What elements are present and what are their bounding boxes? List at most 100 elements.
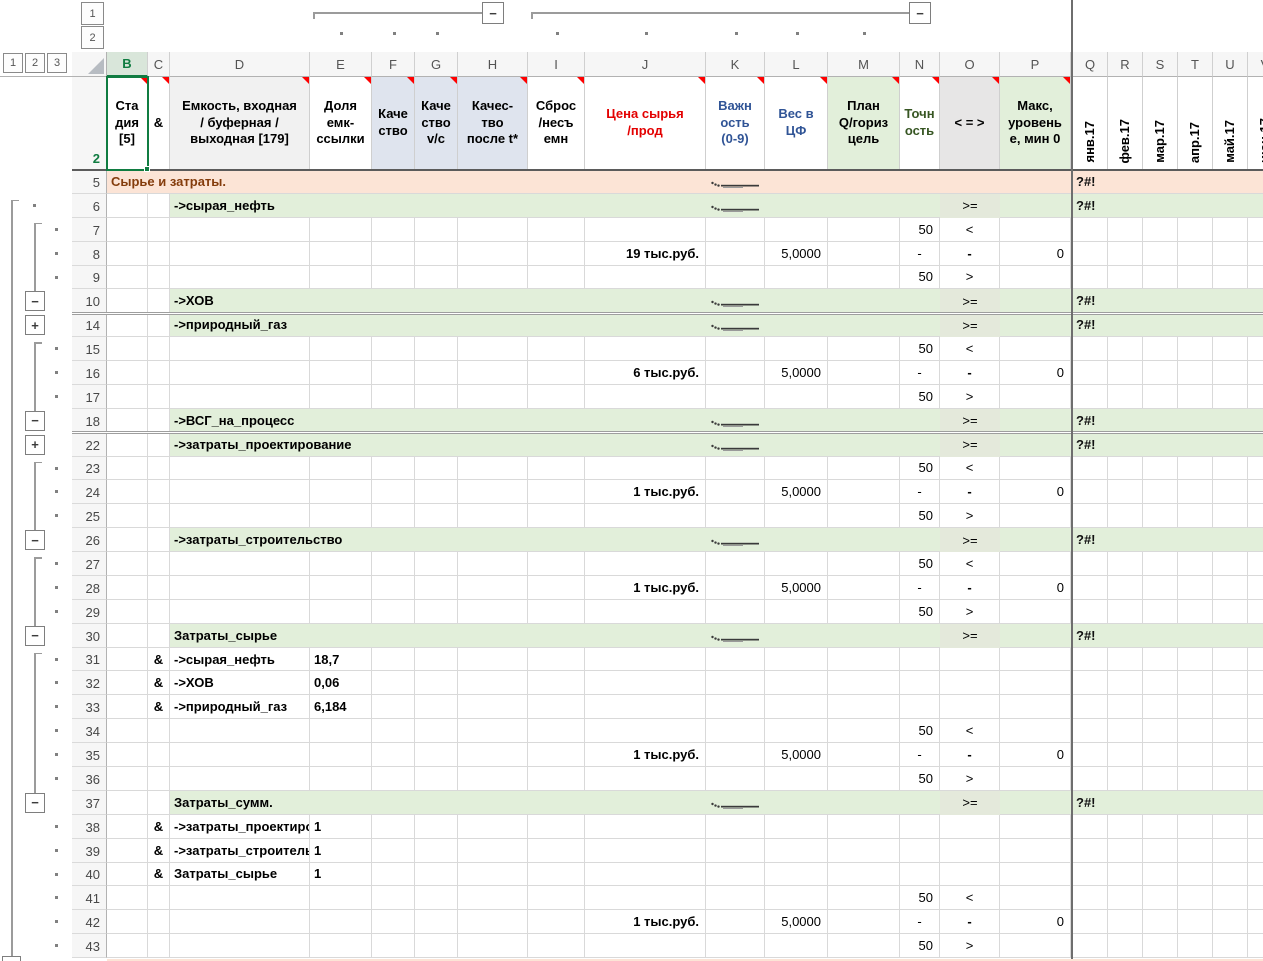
cell-R38[interactable]	[1108, 815, 1143, 839]
cell-V23[interactable]	[1248, 457, 1263, 481]
cell-I7[interactable]	[528, 218, 585, 242]
cell-O7[interactable]: <	[940, 218, 1000, 242]
cell-T25[interactable]	[1178, 504, 1213, 528]
cell-R29[interactable]	[1108, 600, 1143, 624]
cell-B43[interactable]	[107, 934, 148, 958]
col-header-J[interactable]: J	[585, 52, 706, 77]
cell-C9[interactable]	[148, 266, 170, 290]
cell-P33[interactable]	[1000, 695, 1071, 719]
cell-C25[interactable]	[148, 504, 170, 528]
cell-H33[interactable]	[458, 695, 528, 719]
col-header-E[interactable]: E	[310, 52, 372, 77]
cell-T28[interactable]	[1178, 576, 1213, 600]
cell-S7[interactable]	[1143, 218, 1178, 242]
cell-L8[interactable]: 5,0000	[765, 242, 828, 266]
cell-Q10[interactable]: ?#!	[1076, 289, 1111, 313]
cell-C32[interactable]: &	[148, 671, 170, 695]
cell-N40[interactable]	[900, 863, 940, 887]
cell-Q32[interactable]	[1073, 671, 1108, 695]
cell-T34[interactable]	[1178, 719, 1213, 743]
cell-F40[interactable]	[372, 863, 415, 887]
cell-I33[interactable]	[528, 695, 585, 719]
cell-G40[interactable]	[415, 863, 458, 887]
select-all-corner[interactable]	[72, 52, 107, 77]
cell-Q9[interactable]	[1073, 266, 1108, 290]
cell-Q28[interactable]	[1073, 576, 1108, 600]
cell-P39[interactable]	[1000, 839, 1071, 863]
col-header-I[interactable]: I	[528, 52, 585, 77]
cell-N25[interactable]: 50	[900, 504, 940, 528]
cell-M39[interactable]	[828, 839, 900, 863]
cell-Q24[interactable]	[1073, 480, 1108, 504]
col-header-R[interactable]: R	[1108, 52, 1143, 77]
cell-N33[interactable]	[900, 695, 940, 719]
cell-E35[interactable]	[310, 743, 372, 767]
cell-I23[interactable]	[528, 457, 585, 481]
col-outline-collapse-button-N[interactable]: −	[909, 2, 931, 24]
cell-C8[interactable]	[148, 242, 170, 266]
row-header-43[interactable]: 43	[72, 934, 107, 958]
cell-C22[interactable]	[148, 433, 170, 457]
cell-C43[interactable]	[148, 934, 170, 958]
col-header-P[interactable]: P	[1000, 52, 1071, 77]
cell-I16[interactable]	[528, 361, 585, 385]
cell-S16[interactable]	[1143, 361, 1178, 385]
col-header-H[interactable]: H	[458, 52, 528, 77]
col-header-O[interactable]: O	[940, 52, 1000, 77]
cell-J24[interactable]: 1 тыс.руб.	[585, 480, 706, 504]
cell-M42[interactable]	[828, 910, 900, 934]
cell-F33[interactable]	[372, 695, 415, 719]
cell-S29[interactable]	[1143, 600, 1178, 624]
cell-K29[interactable]	[706, 600, 765, 624]
cell-P41[interactable]	[1000, 886, 1071, 910]
cell-Q43[interactable]	[1073, 934, 1108, 958]
header-cell-J[interactable]: Цена сырья /прод	[585, 77, 706, 170]
cell-S36[interactable]	[1143, 767, 1178, 791]
header-cell-F[interactable]: Каче ство	[372, 77, 415, 170]
cell-O41[interactable]: <	[940, 886, 1000, 910]
cell-L36[interactable]	[765, 767, 828, 791]
header-cell-H[interactable]: Качес- тво после t*	[458, 77, 528, 170]
row-header-41[interactable]: 41	[72, 886, 107, 910]
cell-I15[interactable]	[528, 337, 585, 361]
col-header-T[interactable]: T	[1178, 52, 1213, 77]
cell-E27[interactable]	[310, 552, 372, 576]
cell-L7[interactable]	[765, 218, 828, 242]
cell-V31[interactable]	[1248, 648, 1263, 672]
cell-Q18[interactable]: ?#!	[1076, 409, 1111, 433]
cell-T24[interactable]	[1178, 480, 1213, 504]
cell-G36[interactable]	[415, 767, 458, 791]
cell-F36[interactable]	[372, 767, 415, 791]
cell-Q8[interactable]	[1073, 242, 1108, 266]
cell-P9[interactable]	[1000, 266, 1071, 290]
cell-N27[interactable]: 50	[900, 552, 940, 576]
cell-B32[interactable]	[107, 671, 148, 695]
cell-B41[interactable]	[107, 886, 148, 910]
cell-T36[interactable]	[1178, 767, 1213, 791]
cell-V7[interactable]	[1248, 218, 1263, 242]
cell-J42[interactable]: 1 тыс.руб.	[585, 910, 706, 934]
cell-B5[interactable]: Сырье и затраты.	[111, 170, 611, 194]
cell-U38[interactable]	[1213, 815, 1248, 839]
cell-S34[interactable]	[1143, 719, 1178, 743]
cell-P25[interactable]	[1000, 504, 1071, 528]
cell-E42[interactable]	[310, 910, 372, 934]
cell-K25[interactable]	[706, 504, 765, 528]
cell-O18[interactable]: >=	[940, 409, 1000, 433]
cell-I42[interactable]	[528, 910, 585, 934]
cell-E32[interactable]: 0,06	[310, 671, 372, 695]
cell-C10[interactable]	[148, 289, 170, 313]
cell-F24[interactable]	[372, 480, 415, 504]
cell-U29[interactable]	[1213, 600, 1248, 624]
cell-M34[interactable]	[828, 719, 900, 743]
header-cell-S[interactable]: мар.17	[1143, 77, 1178, 170]
col-header-G[interactable]: G	[415, 52, 458, 77]
cell-J9[interactable]	[585, 266, 706, 290]
row-header-7[interactable]: 7	[72, 218, 107, 242]
cell-B29[interactable]	[107, 600, 148, 624]
cell-R27[interactable]	[1108, 552, 1143, 576]
cell-T33[interactable]	[1178, 695, 1213, 719]
cell-T43[interactable]	[1178, 934, 1213, 958]
cell-D28[interactable]	[170, 576, 310, 600]
cell-U8[interactable]	[1213, 242, 1248, 266]
